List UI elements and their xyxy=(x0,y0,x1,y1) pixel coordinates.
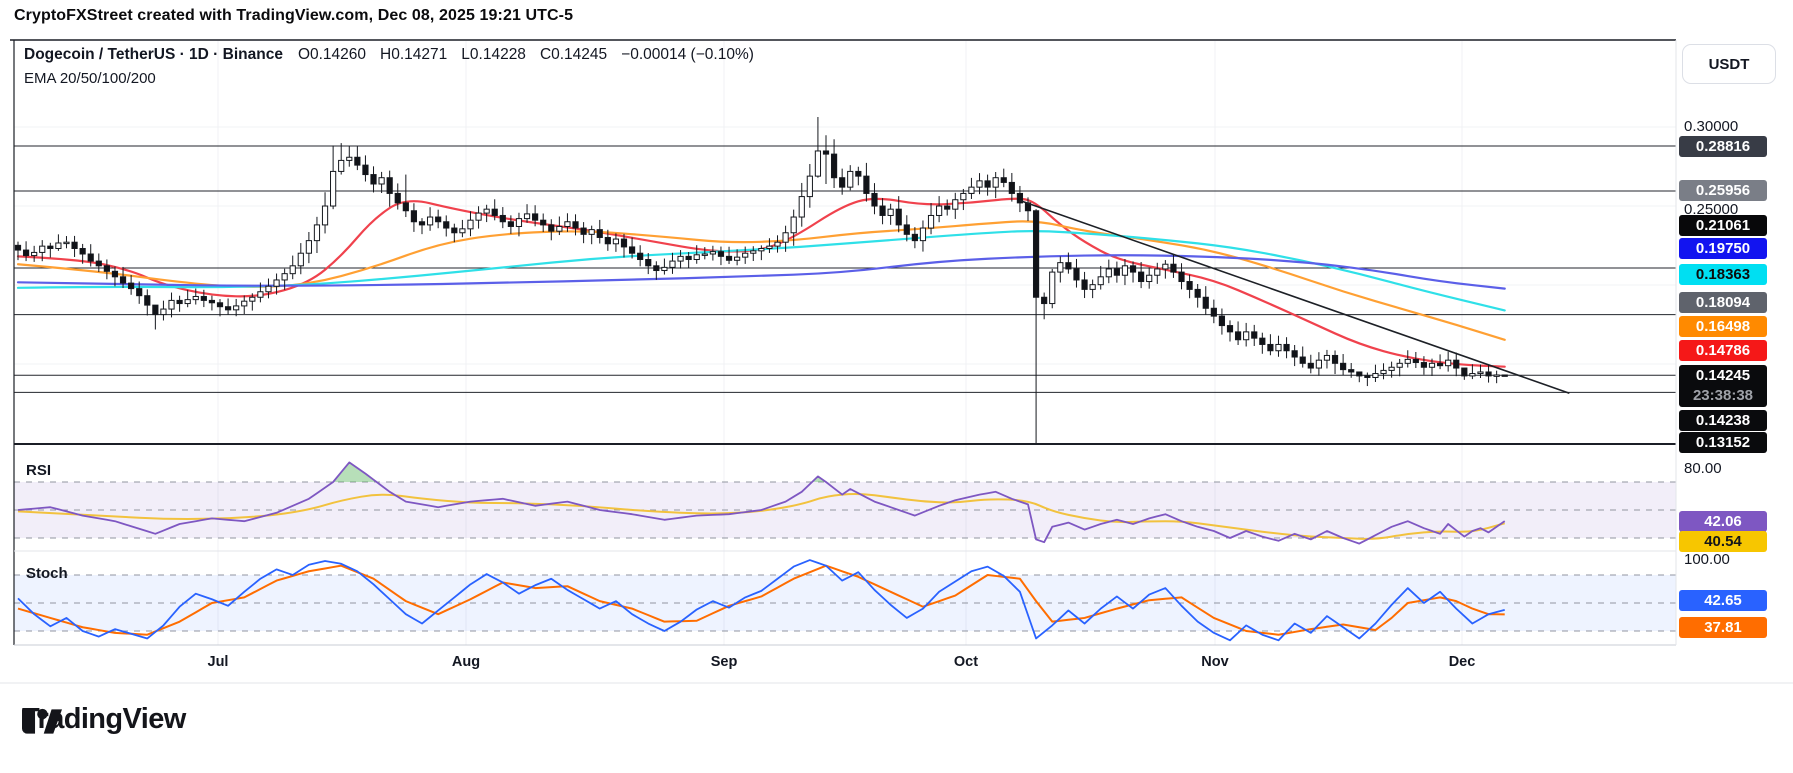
tradingview-logo-icon xyxy=(22,703,62,740)
price-axis[interactable]: 0.300000.288160.259560.250000.210610.197… xyxy=(1677,0,1793,773)
axis-label: 100.00 xyxy=(1684,551,1730,569)
axis-badge: 37.81 xyxy=(1679,617,1767,638)
stoch-pane-label[interactable]: Stoch xyxy=(26,565,68,582)
axis-badge: 0.18363 xyxy=(1679,264,1767,285)
axis-badge: 0.14786 xyxy=(1679,340,1767,361)
axis-badge: 0.1424523:38:38 xyxy=(1679,365,1767,407)
month-label: Sep xyxy=(689,654,759,670)
month-label: Aug xyxy=(431,654,501,670)
ema-lines xyxy=(18,199,1505,367)
symbol-bar: Dogecoin / TetherUS · 1D · Binance O0.14… xyxy=(24,46,768,64)
quote-item: O0.14260 xyxy=(298,46,366,63)
ohlc-quote: O0.14260 H0.14271 L0.14228 C0.14245 −0.00014… xyxy=(298,46,768,64)
ema-indicator-label[interactable]: EMA 20/50/100/200 xyxy=(24,70,156,87)
axis-badge: 42.06 xyxy=(1679,511,1767,532)
tradingview-logo[interactable]: TradingView xyxy=(22,703,186,736)
candles xyxy=(15,117,1507,444)
bar-countdown: 23:38:38 xyxy=(1679,386,1767,405)
quote-item: C0.14245 xyxy=(540,46,607,63)
axis-badge: 0.13152 xyxy=(1679,432,1767,453)
axis-badge: 0.28816 xyxy=(1679,136,1767,157)
month-label: Oct xyxy=(931,654,1001,670)
axis-badge: 0.21061 xyxy=(1679,215,1767,236)
rsi-pane-label[interactable]: RSI xyxy=(26,462,51,479)
month-label: Nov xyxy=(1180,654,1250,670)
watermark-text: CryptoFXStreet created with TradingView.… xyxy=(14,7,573,25)
axis-badge: 0.25956 xyxy=(1679,180,1767,201)
axis-badge: 0.14238 xyxy=(1679,410,1767,431)
month-label: Jul xyxy=(183,654,253,670)
quote-item: H0.14271 xyxy=(380,46,447,63)
quote-item: −0.00014 (−0.10%) xyxy=(621,46,754,63)
axis-badge: 0.18094 xyxy=(1679,292,1767,313)
axis-badge: 42.65 xyxy=(1679,590,1767,611)
symbol-title[interactable]: Dogecoin / TetherUS · 1D · Binance xyxy=(24,46,283,64)
chart-canvas[interactable] xyxy=(0,0,1793,773)
axis-badge: 40.54 xyxy=(1679,531,1767,552)
axis-label: 0.30000 xyxy=(1684,118,1738,136)
axis-badge: 0.19750 xyxy=(1679,238,1767,259)
tradingview-chart-window: CryptoFXStreet created with TradingView.… xyxy=(0,0,1793,773)
quote-item: L0.14228 xyxy=(461,46,526,63)
axis-label: 80.00 xyxy=(1684,460,1722,478)
month-label: Dec xyxy=(1427,654,1497,670)
axis-badge: 0.16498 xyxy=(1679,316,1767,337)
